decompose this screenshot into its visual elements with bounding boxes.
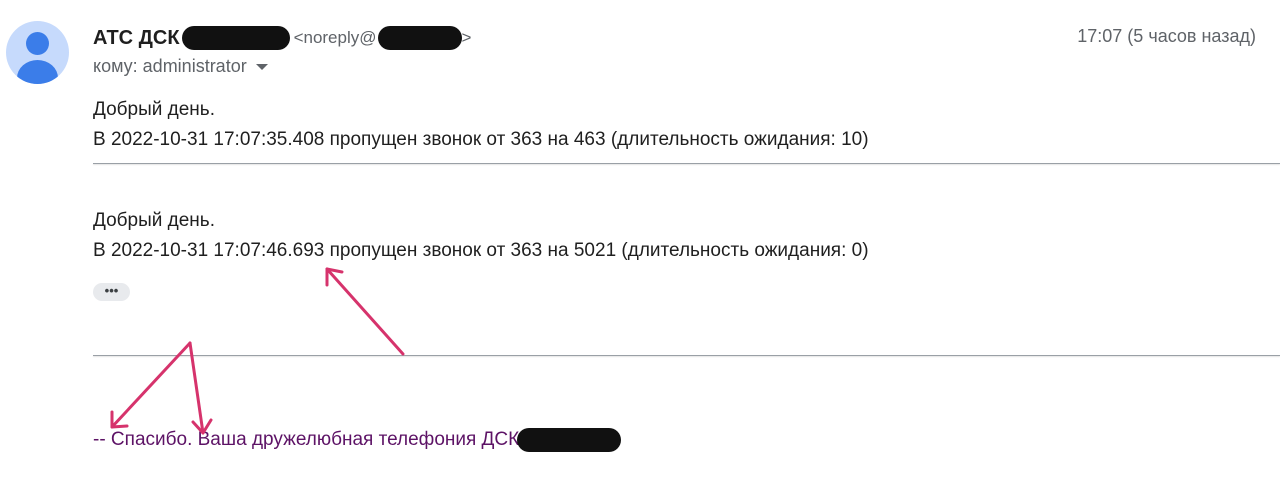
- signature-text: -- Спасибо. Ваша дружелюбная телефония Д…: [93, 429, 520, 450]
- message-time: 17:07 (5 часов назад): [1077, 26, 1256, 46]
- sender-row: АТС ДСК <noreply@ >: [93, 25, 471, 51]
- avatar-head: [26, 32, 49, 55]
- avatar-body: [17, 60, 58, 84]
- sender-email-prefix: <noreply@: [293, 28, 377, 47]
- redaction-mark: [517, 428, 622, 452]
- signature: -- Спасибо. Ваша дружелюбная телефония Д…: [93, 428, 622, 452]
- annotation-arrow: [188, 341, 205, 435]
- arrowhead: [325, 267, 344, 287]
- recipient-dropdown[interactable]: кому: administrator: [93, 56, 268, 77]
- show-trimmed-content-button[interactable]: •••: [93, 283, 130, 301]
- message-greeting: Добрый день.: [93, 210, 215, 231]
- message-text: В 2022-10-31 17:07:35.408 пропущен звоно…: [93, 129, 869, 150]
- redaction-mark: [181, 26, 290, 50]
- divider: [93, 355, 1280, 356]
- message-greeting: Добрый день.: [93, 99, 215, 120]
- sender-email-suffix: >: [461, 28, 472, 47]
- divider: [93, 163, 1280, 164]
- caret-down-icon[interactable]: [255, 63, 268, 70]
- message-block: Добрый день. В 2022-10-31 17:07:46.693 п…: [93, 206, 869, 266]
- sender-name: АТС ДСК: [93, 26, 180, 49]
- redaction-mark: [377, 26, 462, 50]
- sender-avatar-icon[interactable]: [6, 21, 69, 84]
- message-text: В 2022-10-31 17:07:46.693 пропущен звоно…: [93, 240, 869, 261]
- recipient-label: кому: administrator: [93, 56, 247, 76]
- arrowhead: [110, 410, 129, 429]
- message-block: Добрый день. В 2022-10-31 17:07:35.408 п…: [93, 95, 869, 155]
- annotation-arrow: [325, 267, 405, 356]
